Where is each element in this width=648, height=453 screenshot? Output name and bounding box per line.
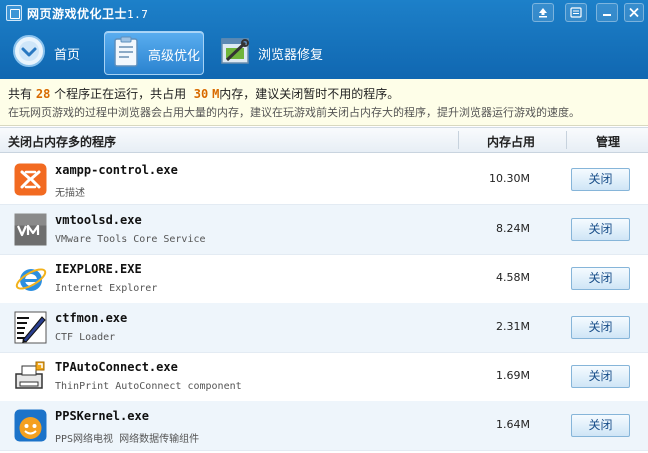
close-process-button[interactable]: 关闭 [571, 414, 630, 437]
header-manage: 管理 [596, 135, 621, 149]
menu-button[interactable] [565, 3, 587, 22]
tab-browser-repair[interactable]: 浏览器修复 [214, 31, 332, 73]
process-description: ThinPrint AutoConnect component [55, 381, 242, 392]
process-description: CTF Loader [55, 332, 116, 343]
table-row: PPSKernel.exe PPS网络电视 网络数据传输组件 1.64M 关闭 [0, 401, 648, 451]
tab-advanced-label: 高级优化 [148, 49, 201, 64]
minimize-button[interactable] [596, 3, 618, 22]
process-name: ctfmon.exe [55, 311, 128, 325]
close-process-button[interactable]: 关闭 [571, 267, 630, 290]
tab-repair-label: 浏览器修复 [258, 48, 324, 63]
table-row: TPAutoConnect.exe ThinPrint AutoConnect … [0, 352, 648, 402]
process-memory: 8.24M [496, 222, 530, 235]
table-row: xampp-control.exe 无描述 10.30M 关闭 [0, 155, 648, 205]
header-program-name: 关闭占内存多的程序 [8, 135, 117, 149]
pps-icon [14, 409, 47, 442]
process-description: Internet Explorer [55, 283, 158, 294]
window-close-button[interactable] [624, 3, 644, 22]
process-memory: 1.69M [496, 369, 530, 382]
close-icon [629, 7, 639, 18]
tab-advanced-optimize[interactable]: 高级优化 [104, 31, 204, 75]
minimize-icon [603, 14, 611, 16]
process-memory: 2.31M [496, 320, 530, 333]
app-title-text: 网页游戏优化卫士 [27, 7, 128, 21]
summary-line-2: 在玩网页游戏的过程中浏览器会占用大量的内存，建议在玩游戏前关闭占内存大的程序，提… [8, 106, 580, 119]
process-name: vmtoolsd.exe [55, 213, 142, 227]
process-memory: 10.30M [489, 172, 530, 185]
program-count: 28 [35, 87, 51, 101]
vmware-icon [14, 213, 47, 246]
table-header: 关闭占内存多的程序 内存占用 管理 [0, 127, 648, 153]
process-name: IEXPLORE.EXE [55, 262, 142, 276]
app-logo-icon [6, 5, 22, 21]
close-process-button[interactable]: 关闭 [571, 316, 630, 339]
header-memory: 内存占用 [487, 135, 536, 149]
app-version: 1.7 [127, 8, 149, 21]
process-description: PPS网络电视 网络数据传输组件 [55, 434, 200, 445]
header-divider [458, 131, 459, 149]
table-row: IEXPLORE.EXE Internet Explorer 4.58M 关闭 [0, 254, 648, 304]
menu-icon [570, 7, 582, 18]
summary-text-c: 内存，建议关闭暂时不用的程序。 [219, 87, 400, 101]
table-row: vmtoolsd.exe VMware Tools Core Service 8… [0, 205, 648, 255]
close-process-button[interactable]: 关闭 [571, 365, 630, 388]
process-description: VMware Tools Core Service [55, 234, 206, 245]
browser-repair-icon [221, 38, 249, 64]
thinprint-icon [15, 361, 45, 389]
title-bar: 网页游戏优化卫士1.7 [0, 0, 648, 26]
tab-home-label: 首页 [54, 48, 81, 63]
app-window: 网页游戏优化卫士1.7 首页 高级优化 浏览器修复 共有 28 个程序正在运行，… [0, 0, 648, 453]
process-name: PPSKernel.exe [55, 409, 149, 423]
process-name: TPAutoConnect.exe [55, 360, 178, 374]
memory-total: 30 [193, 87, 209, 101]
upload-icon [539, 8, 547, 18]
ctf-loader-icon [14, 311, 47, 344]
process-name: xampp-control.exe [55, 163, 178, 177]
summary-text-a: 共有 [8, 87, 33, 101]
header-divider [566, 131, 567, 149]
upload-button[interactable] [532, 3, 554, 22]
close-process-button[interactable]: 关闭 [571, 218, 630, 241]
summary-line-1: 共有 28 个程序正在运行，共占用 30 M内存，建议关闭暂时不用的程序。 [8, 85, 399, 102]
process-memory: 4.58M [496, 271, 530, 284]
clipboard-icon [114, 36, 138, 67]
table-row: ctfmon.exe CTF Loader 2.31M 关闭 [0, 303, 648, 353]
top-toolbar: 网页游戏优化卫士1.7 首页 高级优化 浏览器修复 [0, 0, 648, 79]
tab-home[interactable]: 首页 [8, 31, 96, 73]
xampp-icon [14, 163, 47, 196]
summary-text-b: 个程序正在运行，共占用 [54, 87, 187, 101]
app-title: 网页游戏优化卫士1.7 [27, 5, 148, 22]
summary-panel: 共有 28 个程序正在运行，共占用 30 M内存，建议关闭暂时不用的程序。 在玩… [0, 79, 648, 126]
home-icon [13, 35, 45, 67]
process-description: 无描述 [55, 188, 85, 199]
process-memory: 1.64M [496, 418, 530, 431]
internet-explorer-icon [15, 268, 47, 291]
close-process-button[interactable]: 关闭 [571, 168, 630, 191]
